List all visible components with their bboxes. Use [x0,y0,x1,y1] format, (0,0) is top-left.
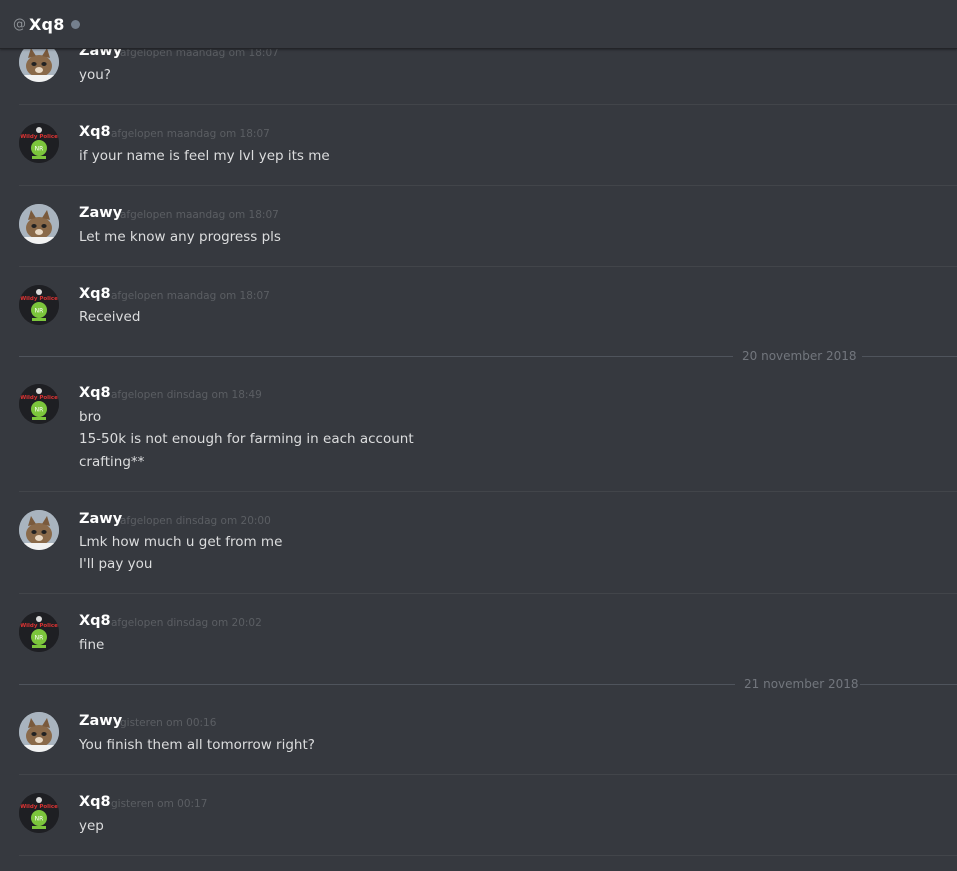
avatar-caption: Wildy Police [20,395,58,401]
avatar-badge-text: NR [35,816,44,823]
message-text: you? [79,67,111,83]
message-separator [19,855,957,856]
message-text: if your name is feel my lvl yep its me [79,148,330,164]
message-timestamp: afgelopen maandag om 18:07 [120,209,279,221]
status-offline-icon [70,20,80,29]
avatar-caption: Wildy Police [20,134,58,140]
divider-line [19,356,733,357]
message-separator [19,593,957,594]
message-list[interactable]: Zawy afgelopen maandag om 18:07 you? Wil… [0,0,957,871]
message-timestamp: afgelopen maandag om 18:07 [111,290,270,302]
skull-badge-avatar[interactable]: Wildy Police NR [19,285,59,325]
message-text: bro [79,409,102,425]
message-timestamp: afgelopen maandag om 18:07 [111,128,270,140]
dm-recipient-name[interactable]: Xq8 [29,15,65,34]
message-text: Received [79,309,141,325]
cat-avatar[interactable] [19,204,59,244]
divider-line [19,684,735,685]
message-author[interactable]: Zawy [79,511,122,527]
avatar-caption: Wildy Police [20,623,58,629]
message-author[interactable]: Zawy [79,713,122,729]
avatar-caption: Wildy Police [20,296,58,302]
message-author[interactable]: Xq8 [79,286,111,302]
channel-header: @ Xq8 [0,0,957,49]
date-divider-label: 21 november 2018 [744,677,859,691]
message-timestamp: afgelopen dinsdag om 20:00 [120,515,271,527]
cat-avatar[interactable] [19,712,59,752]
message-text: crafting** [79,454,145,470]
divider-line [860,684,957,685]
skull-badge-avatar[interactable]: Wildy Police NR [19,123,59,163]
message-timestamp: afgelopen dinsdag om 18:49 [111,389,262,401]
avatar-badge-text: NR [35,308,44,315]
message-author[interactable]: Xq8 [79,613,111,629]
cat-avatar[interactable] [19,510,59,550]
message-timestamp: gisteren om 00:17 [111,798,208,810]
message-text: You finish them all tomorrow right? [79,737,315,753]
message-text: Lmk how much u get from me [79,534,283,550]
message-text: 15-50k is not enough for farming in each… [79,431,414,447]
message-separator [19,266,957,267]
date-divider: 21 november 2018 [19,677,957,691]
message-author[interactable]: Xq8 [79,385,111,401]
message-author[interactable]: Xq8 [79,794,111,810]
avatar-badge-text: NR [35,407,44,414]
at-sign-icon: @ [13,17,26,32]
message-text: I'll pay you [79,556,153,572]
message-timestamp: gisteren om 00:16 [120,717,217,729]
message-text: fine [79,637,105,653]
date-divider: 20 november 2018 [19,349,957,363]
divider-line [862,356,957,357]
avatar-badge-text: NR [35,146,44,153]
message-separator [19,774,957,775]
message-separator [19,104,957,105]
skull-badge-avatar[interactable]: Wildy Police NR [19,612,59,652]
message-timestamp: afgelopen dinsdag om 20:02 [111,617,262,629]
message-separator [19,185,957,186]
message-text: yep [79,818,104,834]
skull-badge-avatar[interactable]: Wildy Police NR [19,793,59,833]
avatar-badge-text: NR [35,635,44,642]
message-author[interactable]: Zawy [79,205,122,221]
avatar-caption: Wildy Police [20,804,58,810]
date-divider-label: 20 november 2018 [742,349,857,363]
skull-badge-avatar[interactable]: Wildy Police NR [19,384,59,424]
message-author[interactable]: Xq8 [79,124,111,140]
message-text: Let me know any progress pls [79,229,281,245]
message-separator [19,491,957,492]
